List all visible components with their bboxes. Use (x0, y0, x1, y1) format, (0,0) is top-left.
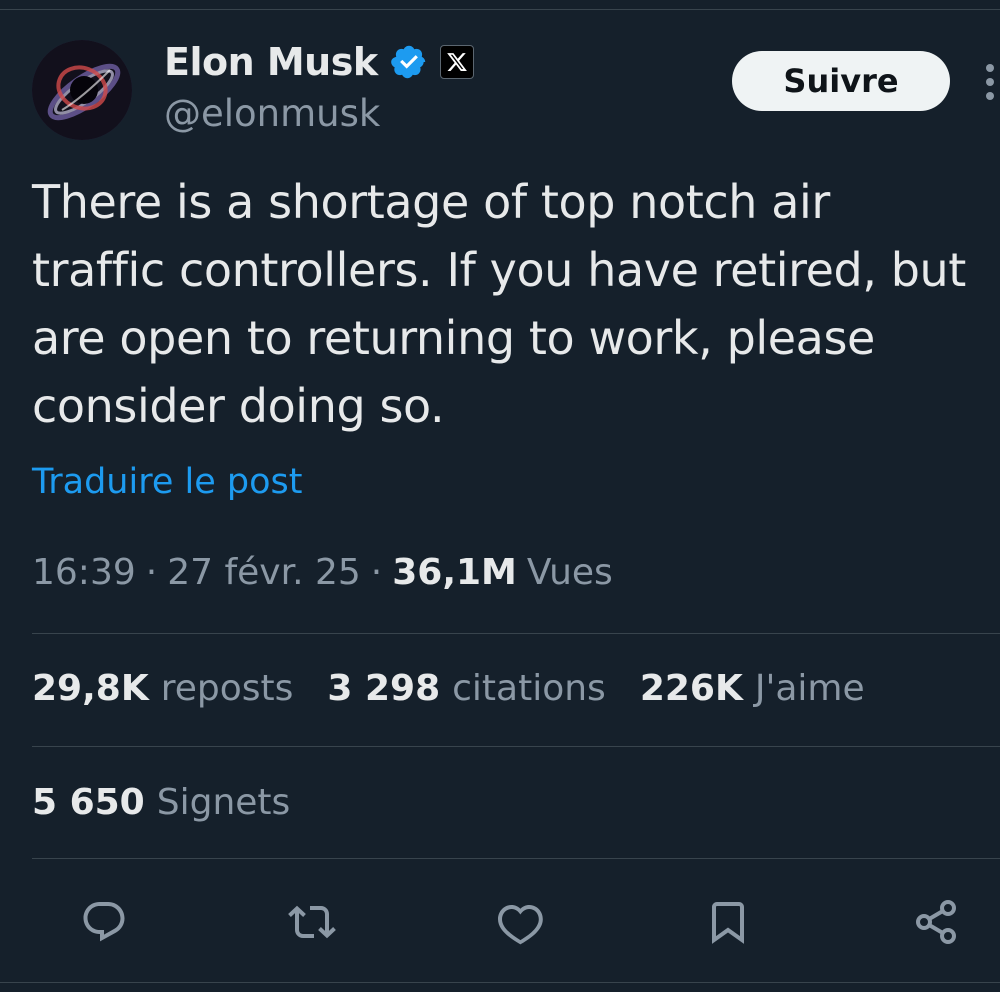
translate-post-link[interactable]: Traduire le post (32, 462, 302, 502)
top-divider (0, 9, 1000, 10)
author-handle[interactable]: @elonmusk (164, 92, 380, 135)
avatar[interactable] (32, 40, 132, 140)
quotes-label: citations (452, 668, 606, 709)
engagement-stats: 29,8K reposts 3 298 citations 226K J'aim… (32, 668, 865, 709)
tweet-meta: 16:39 · 27 févr. 25 · 36,1M Vues (32, 552, 613, 593)
more-vertical-icon[interactable] (980, 64, 1000, 100)
x-logo-icon (446, 53, 467, 71)
verified-badge-icon[interactable] (390, 43, 428, 81)
action-bar (0, 890, 1000, 954)
views-count: 36,1M (392, 552, 517, 593)
tweet-detail-view: Elon Musk @elonmusk Suivre There is a sh… (0, 0, 1000, 992)
bookmark-button[interactable] (702, 896, 754, 948)
bookmark-icon (712, 902, 744, 944)
bookmarks-stat[interactable]: 5 650 Signets (32, 782, 290, 823)
bookmarks-count: 5 650 (32, 782, 145, 823)
share-icon (916, 900, 956, 944)
repost-button[interactable] (286, 896, 338, 948)
likes-label: J'aime (754, 668, 865, 709)
avatar-image (32, 40, 132, 140)
tweet-date[interactable]: 27 févr. 25 (167, 552, 361, 593)
author-display-name[interactable]: Elon Musk (164, 40, 378, 84)
reposts-stat[interactable]: 29,8K reposts (32, 668, 293, 709)
bookmarks-label: Signets (156, 782, 291, 823)
meta-separator: · (145, 552, 158, 593)
tweet-time[interactable]: 16:39 (32, 552, 136, 593)
likes-count: 226K (639, 668, 743, 709)
divider (32, 858, 1000, 859)
reposts-label: reposts (160, 668, 294, 709)
quotes-count: 3 298 (327, 668, 441, 709)
tweet-text: There is a shortage of top notch air tra… (32, 175, 966, 433)
author-name-row: Elon Musk (164, 36, 474, 88)
reply-button[interactable] (78, 896, 130, 948)
views-label: Vues (526, 552, 613, 593)
repost-icon (288, 905, 336, 939)
divider (32, 746, 1000, 747)
follow-button[interactable]: Suivre (732, 51, 950, 111)
like-icon (498, 904, 543, 945)
affiliate-badge[interactable] (439, 45, 474, 79)
reply-icon (83, 902, 125, 942)
reposts-count: 29,8K (32, 668, 149, 709)
share-button[interactable] (910, 896, 962, 948)
quotes-stat[interactable]: 3 298 citations (327, 668, 605, 709)
likes-stat[interactable]: 226K J'aime (640, 668, 865, 709)
divider (32, 633, 1000, 634)
meta-separator: · (370, 552, 383, 593)
like-button[interactable] (494, 896, 546, 948)
bottom-divider (0, 982, 1000, 983)
